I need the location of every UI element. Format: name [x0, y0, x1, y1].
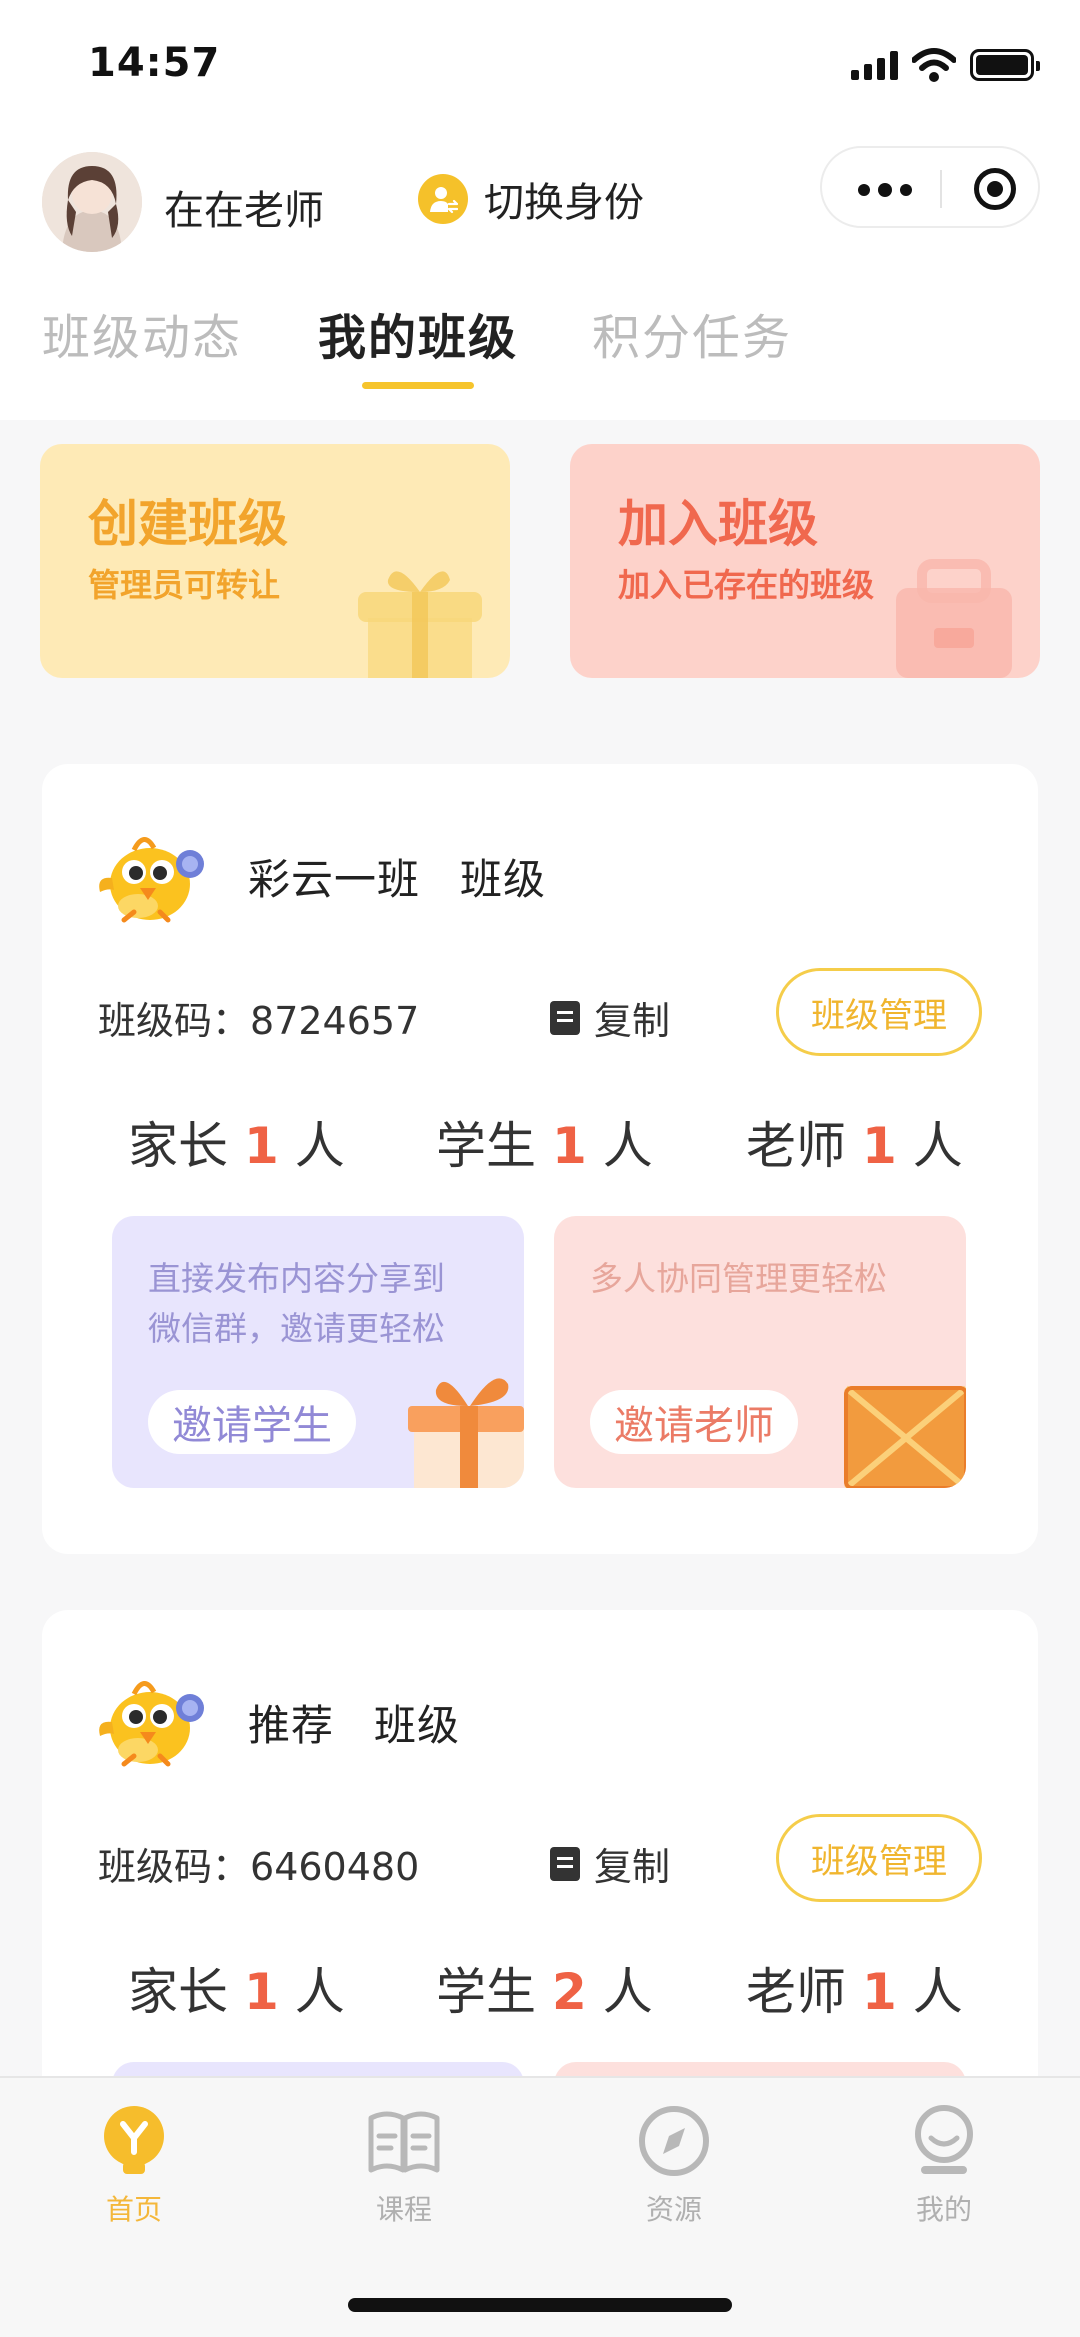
copy-label: 复制	[594, 999, 671, 1043]
compass-icon	[637, 2104, 711, 2178]
switch-user-icon	[418, 174, 468, 224]
switch-identity-button[interactable]: 切换身份	[418, 170, 644, 228]
parent-count-label: 家长	[128, 1963, 228, 2021]
class-name: 推荐 班级	[248, 1692, 460, 1753]
class-name-text: 推荐	[248, 1701, 335, 1750]
profile-icon	[907, 2104, 981, 2178]
class-manage-button[interactable]: 班级管理	[776, 1814, 982, 1902]
chick-mascot-icon	[99, 1681, 204, 1767]
more-icon[interactable]	[858, 183, 912, 197]
invite-student-button[interactable]: 邀请学生	[148, 1390, 356, 1454]
teacher-count: 老师 1 人	[746, 1952, 963, 2024]
student-count: 学生 2 人	[436, 1952, 653, 2024]
student-count-label: 学生	[436, 1117, 536, 1175]
battery-icon	[970, 49, 1040, 81]
invite-student-text: 直接发布内容分享到微信群，邀请更轻松	[148, 1259, 445, 1348]
create-class-card[interactable]: 创建班级 管理员可转让	[40, 444, 510, 678]
student-count: 学生 1 人	[436, 1106, 653, 1178]
signal-icon	[851, 50, 898, 80]
class-code-value: 8724657	[250, 999, 420, 1043]
page: 14:57 在在老师 切换身份 班级动态 我的班级 积分任务 创建班级 管理员可…	[0, 0, 1080, 2337]
copy-icon	[550, 1000, 580, 1035]
chick-mascot-icon	[99, 837, 204, 923]
book-icon	[367, 2104, 441, 2178]
class-code-label: 班级码：	[98, 999, 251, 1043]
class-name-text: 彩云一班	[248, 855, 421, 904]
nav-mine[interactable]: 我的	[844, 2104, 1044, 2228]
copy-code-button[interactable]: 复制	[550, 1836, 670, 1891]
miniprogram-capsule	[820, 146, 1040, 228]
parent-count-unit: 人	[294, 1963, 345, 2021]
copy-icon	[550, 1846, 580, 1881]
class-suffix: 班级	[374, 1701, 461, 1750]
join-class-title: 加入班级	[618, 495, 818, 553]
parent-count-label: 家长	[128, 1117, 228, 1175]
join-class-card[interactable]: 加入班级 加入已存在的班级	[570, 444, 1040, 678]
parent-count-value: 1	[244, 1963, 279, 2021]
close-target-icon[interactable]	[974, 168, 1016, 210]
gift-icon	[408, 1378, 524, 1488]
teacher-count: 老师 1 人	[746, 1106, 963, 1178]
teacher-count-value: 1	[862, 1963, 897, 2021]
nav-courses[interactable]: 课程	[304, 2104, 504, 2228]
wifi-icon	[912, 48, 956, 82]
status-icons	[851, 48, 1040, 82]
nav-resources-label: 资源	[645, 2193, 702, 2226]
student-count-unit: 人	[602, 1117, 653, 1175]
teacher-count-value: 1	[862, 1117, 897, 1175]
status-time: 14:57	[88, 40, 221, 86]
teacher-count-unit: 人	[912, 1117, 963, 1175]
nav-courses-label: 课程	[375, 2193, 432, 2226]
class-card: 彩云一班 班级 班级码：8724657 复制 班级管理 家长 1 人 学生 1 人 老师 1…	[42, 764, 1038, 1554]
home-indicator	[348, 2298, 732, 2312]
tab-class-feed[interactable]: 班级动态	[42, 298, 242, 368]
invite-teacher-card[interactable]: 多人协同管理更轻松 邀请老师	[554, 1216, 966, 1488]
class-manage-button[interactable]: 班级管理	[776, 968, 982, 1056]
teacher-name: 在在老师	[164, 188, 324, 234]
class-code: 班级码：8724657	[98, 990, 419, 1045]
nav-home[interactable]: 首页	[34, 2104, 234, 2228]
class-code-value: 6460480	[250, 1845, 420, 1889]
nav-resources[interactable]: 资源	[574, 2104, 774, 2228]
parent-count-value: 1	[244, 1117, 279, 1175]
switch-identity-label: 切换身份	[484, 180, 644, 226]
class-name: 彩云一班 班级	[248, 846, 546, 907]
envelope-icon	[844, 1385, 966, 1488]
tab-points-tasks[interactable]: 积分任务	[592, 298, 792, 368]
home-bulb-icon	[97, 2104, 171, 2178]
gift-box-icon	[358, 571, 482, 678]
join-class-subtitle: 加入已存在的班级	[618, 566, 875, 604]
copy-label: 复制	[594, 1845, 671, 1889]
nav-mine-label: 我的	[915, 2193, 972, 2226]
parent-count: 家长 1 人	[128, 1106, 345, 1178]
invite-teacher-button[interactable]: 邀请老师	[590, 1390, 798, 1454]
active-tab-indicator	[362, 382, 474, 389]
parent-count: 家长 1 人	[128, 1952, 345, 2024]
nav-home-label: 首页	[105, 2193, 162, 2226]
avatar[interactable]	[42, 152, 142, 252]
tab-my-classes[interactable]: 我的班级	[318, 298, 518, 368]
class-code-label: 班级码：	[98, 1845, 251, 1889]
invite-teacher-text: 多人协同管理更轻松	[590, 1259, 887, 1298]
invite-student-card[interactable]: 直接发布内容分享到微信群，邀请更轻松 邀请学生	[112, 1216, 524, 1488]
class-code: 班级码：6460480	[98, 1836, 419, 1891]
create-class-subtitle: 管理员可转让	[88, 566, 281, 604]
teacher-count-unit: 人	[912, 1963, 963, 2021]
teacher-count-label: 老师	[746, 1117, 846, 1175]
student-count-label: 学生	[436, 1963, 536, 2021]
parent-count-unit: 人	[294, 1117, 345, 1175]
student-count-unit: 人	[602, 1963, 653, 2021]
copy-code-button[interactable]: 复制	[550, 990, 670, 1045]
capsule-divider	[940, 170, 942, 208]
student-count-value: 1	[552, 1117, 587, 1175]
teacher-count-label: 老师	[746, 1963, 846, 2021]
class-suffix: 班级	[460, 855, 547, 904]
student-count-value: 2	[552, 1963, 587, 2021]
bag-icon	[896, 559, 1012, 678]
create-class-title: 创建班级	[88, 495, 288, 553]
